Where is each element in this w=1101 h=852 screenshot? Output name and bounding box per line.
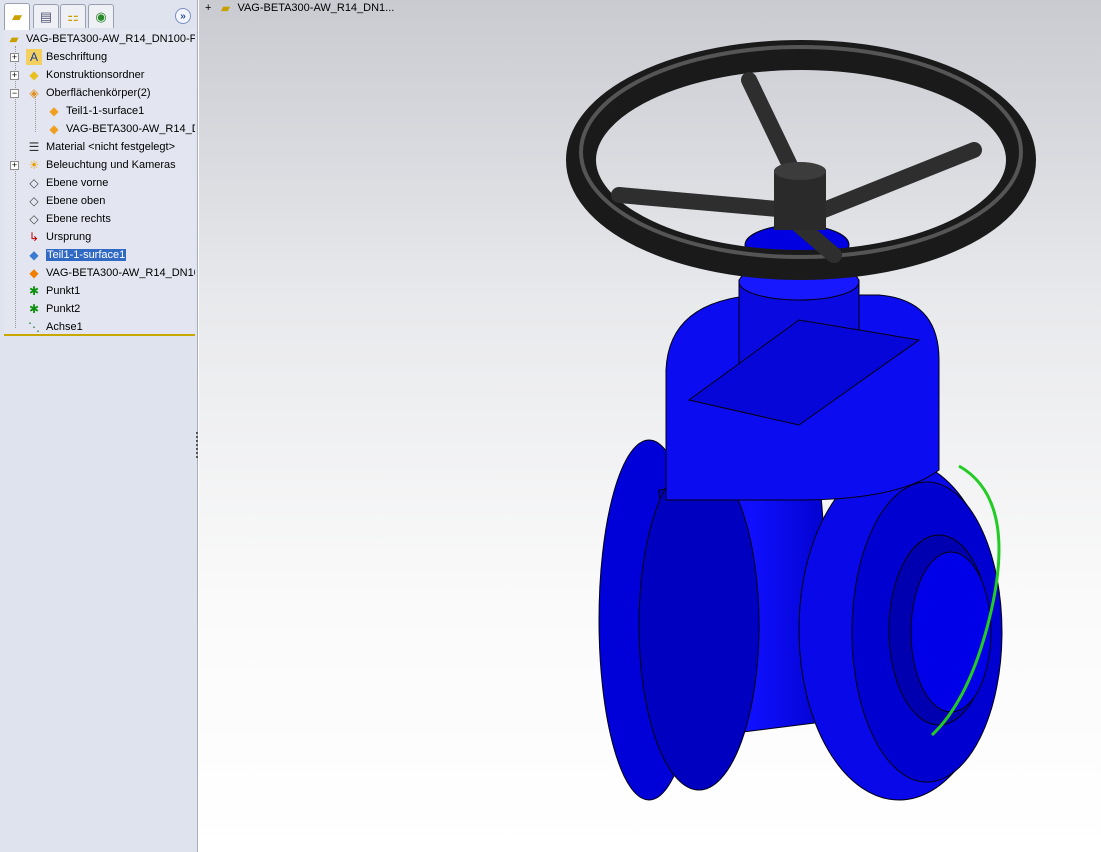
tree-item[interactable]: ☀ Beleuchtung und Kameras <box>26 156 176 174</box>
tree-label: Konstruktionsordner <box>46 69 145 81</box>
material-icon: ☰ <box>28 140 40 154</box>
tree-label: Beleuchtung und Kameras <box>46 159 176 171</box>
tree-label: Punkt2 <box>46 303 81 315</box>
tree-label: Ursprung <box>46 231 92 243</box>
tree-label: VAG-BETA300-AW_R14_DN <box>66 123 195 135</box>
tree-label: Punkt1 <box>46 285 81 297</box>
expand-toggle[interactable]: + <box>10 53 19 62</box>
feature-manager-icon: ▰ <box>12 9 22 24</box>
tree-item[interactable]: ◇ Ebene vorne <box>26 174 108 192</box>
feature-manager-panel: ▰ ▤ ⚏ ◉ » ▰ VAG-BETA300-AW_R14_DN100-PN +… <box>0 0 198 852</box>
property-manager-icon: ▤ <box>39 8 53 24</box>
lights-cameras-icon: ☀ <box>28 158 40 172</box>
tree-item[interactable]: ◆ Konstruktionsordner <box>26 66 144 84</box>
tree-item[interactable]: ✱ Punkt2 <box>26 300 80 318</box>
valve-body <box>598 224 1003 801</box>
tree-label: VAG-BETA300-AW_R14_DN100-PN <box>26 33 195 45</box>
point-icon: ✱ <box>28 302 40 316</box>
display-manager-tab[interactable]: ◉ <box>88 4 114 28</box>
tree-label: Ebene vorne <box>46 177 109 189</box>
handwheel <box>566 40 1036 280</box>
design-folder-icon: ◆ <box>29 68 39 82</box>
tree-item[interactable]: ☰ Material <nicht festgelegt> <box>26 138 175 156</box>
expand-toggle[interactable]: − <box>10 89 19 98</box>
annotation-icon: A <box>26 49 42 65</box>
tree-label: Ebene rechts <box>46 213 111 225</box>
origin-icon: ↳ <box>28 230 40 244</box>
tree-item[interactable]: ◆ VAG-BETA300-AW_R14_DN100 <box>26 264 195 282</box>
tree-root[interactable]: ▰ VAG-BETA300-AW_R14_DN100-PN <box>6 30 195 48</box>
surface-icon: ◆ <box>29 266 39 280</box>
tree-label: Teil1-1-surface1 <box>66 105 145 117</box>
feature-manager-tab[interactable]: ▰ <box>4 3 30 30</box>
point-icon: ✱ <box>28 284 40 298</box>
tree-item[interactable]: ↳ Ursprung <box>26 228 91 246</box>
expand-toggle[interactable]: + <box>10 71 19 80</box>
configuration-manager-tab[interactable]: ⚏ <box>60 4 86 28</box>
plane-icon: ◇ <box>29 194 39 208</box>
plane-icon: ◇ <box>29 176 39 190</box>
feature-tree: ▰ VAG-BETA300-AW_R14_DN100-PN + A Beschrift… <box>4 30 195 336</box>
surface-icon: ◆ <box>29 248 39 262</box>
tree-label: VAG-BETA300-AW_R14_DN100 <box>46 267 195 279</box>
configuration-manager-icon: ⚏ <box>67 8 79 24</box>
tree-label: Teil1-1-surface1 <box>46 249 127 261</box>
tree-item[interactable]: ◆ VAG-BETA300-AW_R14_DN <box>46 120 195 138</box>
part-icon: ▰ <box>9 32 19 46</box>
tree-item[interactable]: ◈ Oberflächenkörper(2) <box>26 84 151 102</box>
display-manager-icon: ◉ <box>95 8 107 24</box>
panel-tabs: ▰ ▤ ⚏ ◉ » <box>0 0 197 30</box>
surface-body-icon: ◆ <box>49 122 59 136</box>
expand-panel-button[interactable]: » <box>175 8 191 24</box>
tree-item[interactable]: ⋱ Achse1 <box>26 318 83 334</box>
property-manager-tab[interactable]: ▤ <box>33 4 59 28</box>
tree-label: Ebene oben <box>46 195 106 207</box>
tree-item[interactable]: A Beschriftung <box>26 48 107 66</box>
axis-icon: ⋱ <box>28 320 40 334</box>
tree-label: Beschriftung <box>46 51 108 63</box>
tree-item[interactable]: ◇ Ebene rechts <box>26 210 111 228</box>
valve-model[interactable] <box>199 0 1101 852</box>
surface-body-icon: ◆ <box>49 104 59 118</box>
plane-icon: ◇ <box>29 212 39 226</box>
graphics-viewport[interactable]: + ▰ VAG-BETA300-AW_R14_DN1... <box>199 0 1101 852</box>
expand-toggle[interactable]: + <box>10 161 19 170</box>
tree-item[interactable]: ◆ Teil1-1-surface1 <box>46 102 144 120</box>
surface-bodies-folder-icon: ◈ <box>29 86 39 100</box>
tree-item[interactable]: ◆ Teil1-1-surface1 <box>26 246 127 264</box>
tree-label: Oberflächenkörper(2) <box>46 87 151 99</box>
tree-item[interactable]: ✱ Punkt1 <box>26 282 80 300</box>
tree-item[interactable]: ◇ Ebene oben <box>26 192 105 210</box>
tree-label: Achse1 <box>46 321 83 333</box>
tree-label: Material <nicht festgelegt> <box>46 141 176 153</box>
